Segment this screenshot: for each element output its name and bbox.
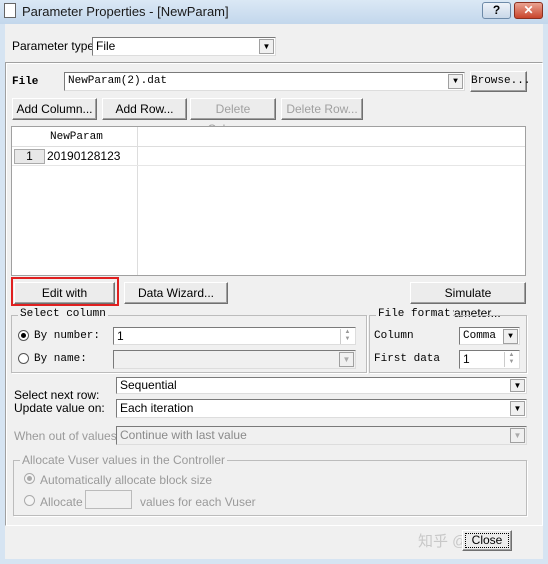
spinner-icon[interactable]: ▲ ▼ [340,329,354,344]
out-of-values-value: Continue with last value [120,428,247,442]
add-row-button[interactable]: Add Row... [102,98,187,120]
add-column-button[interactable]: Add Column... [12,98,97,120]
file-select[interactable]: NewParam(2).dat ▼ [64,72,465,91]
data-wizard-button[interactable]: Data Wizard... [124,282,228,304]
column-header[interactable]: NewParam [50,131,103,143]
chevron-down-icon: ▼ [448,74,463,89]
row-header[interactable]: 1 [14,149,45,164]
file-format-title: File format [376,308,453,320]
auto-allocate-label: Automatically allocate block size [40,473,213,487]
manual-allocate-radio[interactable] [24,495,35,506]
auto-allocate-radio[interactable] [24,473,35,484]
column-number-input[interactable]: 1 ▲ ▼ [113,327,356,345]
app-icon [4,3,16,18]
by-name-label: By name: [34,353,87,365]
by-name-radio[interactable] [18,353,29,364]
update-value-value: Each iteration [120,401,194,415]
browse-button[interactable]: Browse... [470,71,530,92]
parameter-type-value: File [96,39,116,53]
parameter-type-select[interactable]: File ▼ [92,37,276,56]
spinner-icon[interactable]: ▲ ▼ [504,352,518,367]
first-data-value: 1 [463,352,470,366]
update-value-select[interactable]: Each iteration ▼ [116,399,527,418]
by-number-radio[interactable] [18,330,29,341]
file-value: NewParam(2).dat [68,75,168,87]
select-next-row-value: Sequential [120,378,177,392]
update-value-label: Update value on: [14,401,105,415]
window-title: Parameter Properties - [NewParam] [22,4,229,19]
allocate-suffix-label: values for each Vuser [140,495,256,509]
chevron-down-icon: ▼ [510,401,525,416]
select-column-title: Select column [18,308,108,320]
first-data-input[interactable]: 1 ▲ ▼ [459,350,520,369]
chevron-down-icon: ▼ [259,39,274,54]
allocate-count-input[interactable] [85,490,132,509]
out-of-values-label: When out of values: [14,429,121,443]
chevron-down-icon: ▼ [510,379,525,392]
allocate-title: Allocate Vuser values in the Controller [20,453,227,467]
delete-row-button[interactable]: Delete Row... [281,98,363,120]
chevron-down-icon: ▼ [503,329,518,344]
parameter-type-label: Parameter type: [12,39,98,53]
select-next-row-label: Select next row: [14,388,100,402]
select-next-row-select[interactable]: Sequential ▼ [116,377,527,394]
column-delimiter-label: Column [374,330,414,342]
column-delimiter-value: Comma [463,330,497,342]
out-of-values-select[interactable]: Continue with last value ▼ [116,426,527,445]
manual-allocate-label: Allocate [40,495,83,509]
data-grid[interactable]: NewParam 1 20190128123 [11,126,526,276]
column-delimiter-select[interactable]: Comma ▼ [459,327,520,345]
column-name-select[interactable]: ▼ [113,350,356,369]
file-label: File [12,76,39,88]
help-button[interactable]: ? [482,2,511,19]
simulate-parameter-button[interactable]: Simulate Parameter... [410,282,526,320]
watermark: 知乎 @ [418,533,468,550]
close-window-button[interactable]: ✕ [514,2,543,19]
column-number-value: 1 [117,329,124,343]
first-data-label: First data [374,353,441,365]
chevron-down-icon: ▼ [510,428,525,443]
close-button[interactable]: Close [462,530,512,551]
title-bar: Parameter Properties - [NewParam] ? ✕ [0,0,548,24]
edit-with-notepad-button[interactable]: Edit with Notepad... [14,282,115,320]
delete-column-button[interactable]: Delete Column... [190,98,276,136]
chevron-down-icon: ▼ [339,352,354,367]
grid-cell[interactable]: 20190128123 [47,149,120,163]
by-number-label: By number: [34,330,101,342]
